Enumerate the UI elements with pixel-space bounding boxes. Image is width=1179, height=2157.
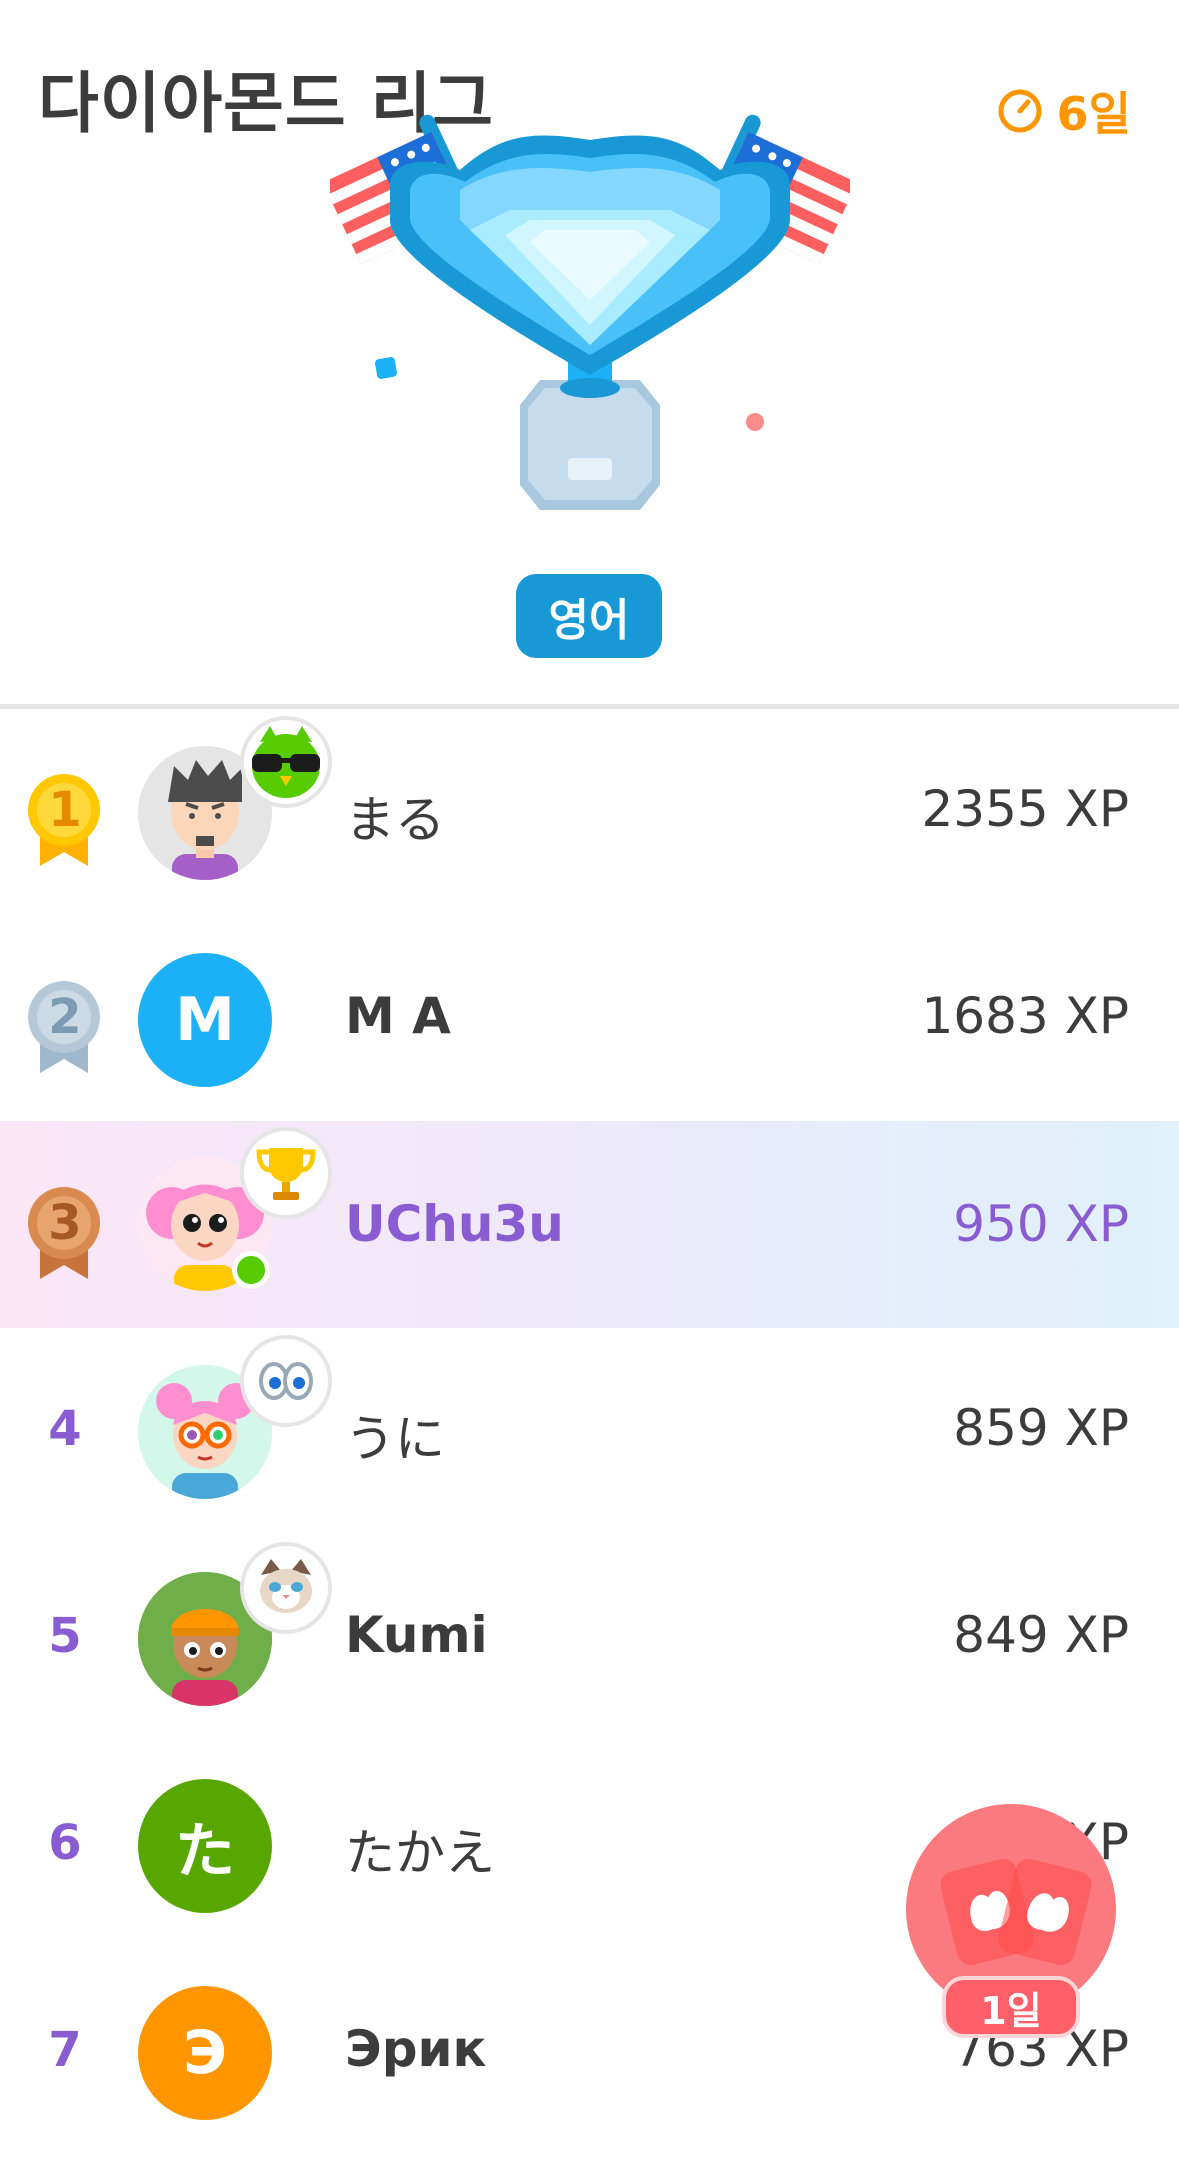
leaderboard-row[interactable]: 4 うに 859 XP (0, 1329, 1179, 1536)
cool-owl-icon (240, 716, 332, 808)
divider (0, 704, 1179, 709)
rank-number: 3 (48, 1195, 82, 1251)
trophy-icon (240, 1127, 332, 1219)
leaderboard-row[interactable]: 1 まる 2355 XP (0, 710, 1179, 917)
xp-value: 859 XP (953, 1399, 1129, 1457)
diamond-trophy-icon (330, 114, 850, 510)
xp-value: 1683 XP (921, 987, 1129, 1045)
rank-number: 6 (48, 1815, 82, 1871)
user-name: UChu3u (345, 1195, 564, 1253)
user-name: Kumi (345, 1606, 488, 1664)
language-button[interactable]: 영어 (516, 574, 662, 658)
league-header: 다이아몬드 리그 6일 영어 (0, 0, 1179, 706)
xp-value: 950 XP (953, 1195, 1129, 1253)
eyes-icon (240, 1335, 332, 1427)
online-status-dot (232, 1251, 270, 1289)
rank-number: 5 (48, 1608, 82, 1664)
friend-streak-label: 1일 (942, 1976, 1080, 2038)
rank-number: 2 (48, 989, 82, 1045)
rank-number: 4 (48, 1401, 82, 1457)
xp-value: 849 XP (953, 1606, 1129, 1664)
leaderboard-row-current-user[interactable]: 3 UChu3u 950 XP (0, 1121, 1179, 1328)
user-name: Эрик (345, 2020, 487, 2078)
avatar[interactable]: Э (138, 1986, 272, 2120)
leaderboard-row[interactable]: 2 M M A 1683 XP (0, 917, 1179, 1124)
user-name: M A (345, 987, 451, 1045)
user-name: うに (345, 1410, 445, 1468)
avatar[interactable]: M (138, 953, 272, 1087)
cat-icon (240, 1542, 332, 1634)
timer-label: 6일 (1056, 87, 1131, 141)
stopwatch-icon (998, 89, 1042, 133)
user-name: たかえ (345, 1824, 495, 1882)
xp-value: 2355 XP (921, 780, 1129, 838)
leaderboard-row[interactable]: 5 Kumi 849 XP (0, 1536, 1179, 1743)
rank-number: 1 (48, 782, 82, 838)
user-name: まる (345, 791, 445, 849)
rank-number: 7 (48, 2022, 82, 2078)
league-timer: 6일 (997, 78, 1131, 144)
avatar[interactable]: た (138, 1779, 272, 1913)
